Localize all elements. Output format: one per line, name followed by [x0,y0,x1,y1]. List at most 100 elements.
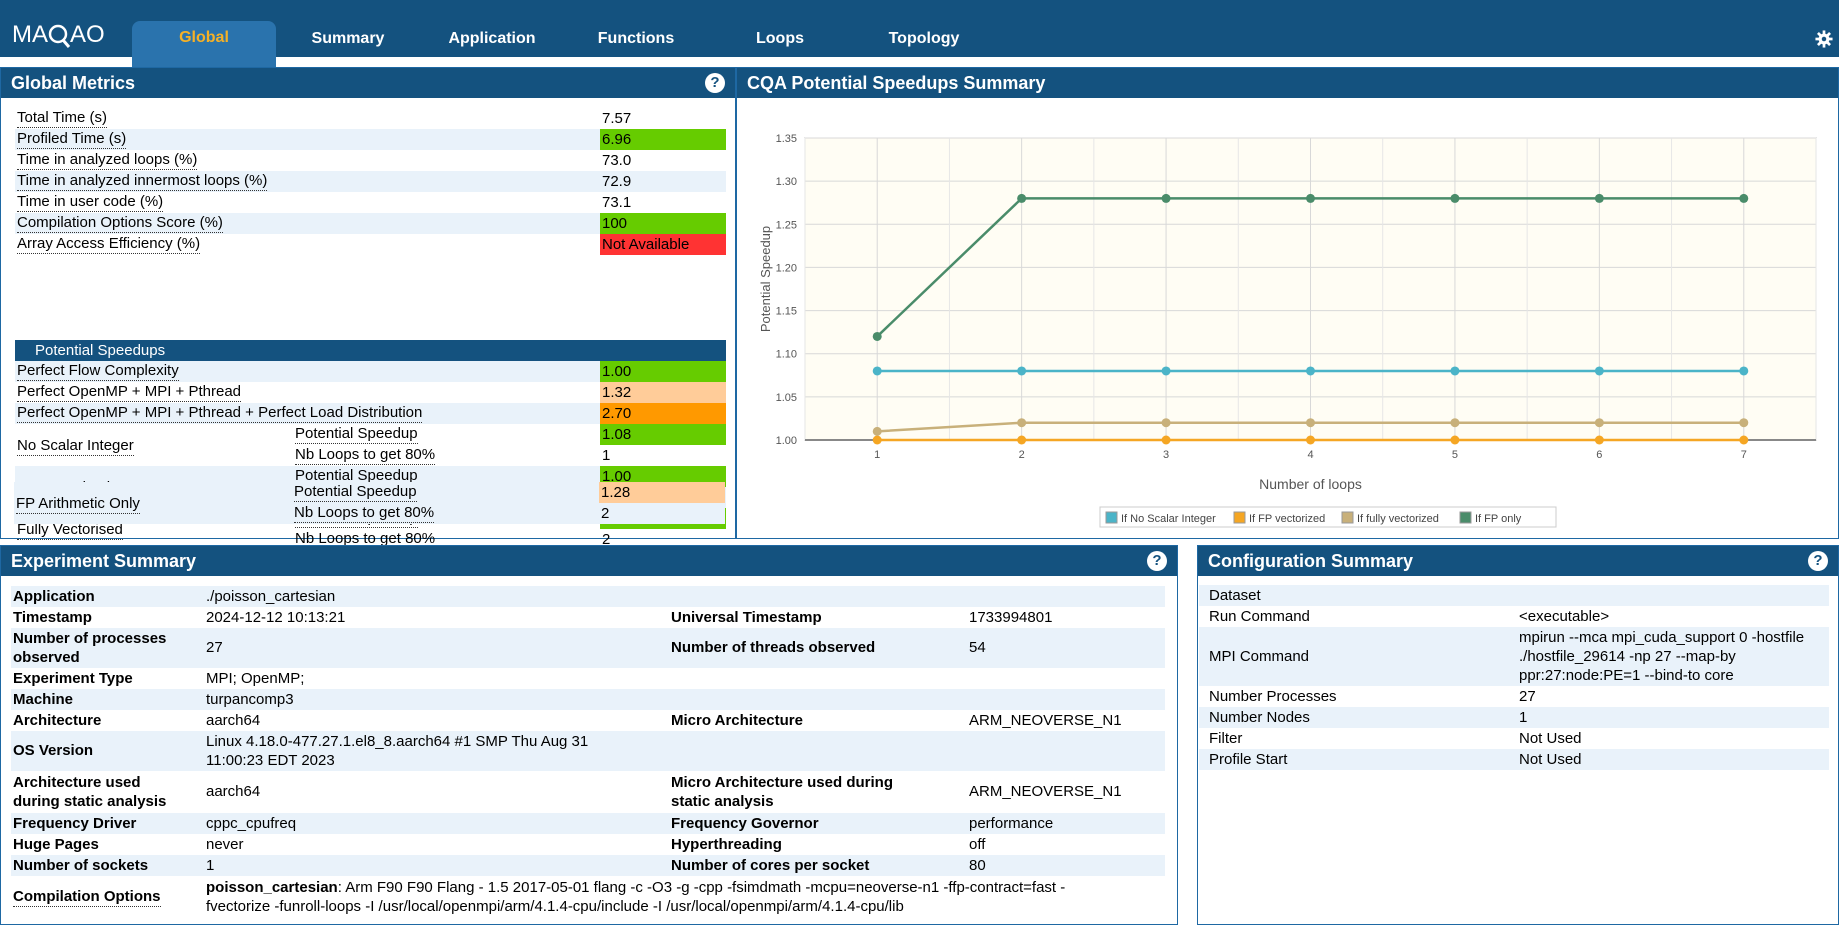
exp-row-os: OS Version Linux 4.18.0-477.27.1.el8_8.a… [11,731,1165,771]
speedup-label[interactable]: Perfect OpenMP + MPI + Pthread [17,382,242,402]
exp-key: observed [13,649,80,666]
experiment-summary-panel: Experiment Summary ? Application ./poiss… [0,545,1178,925]
metric-label[interactable]: Compilation Options Score (%) [17,213,223,233]
config-value: ./hostfile_29614 -np 27 --map-by [1519,648,1736,665]
speedup-value: 1.00 [600,361,726,382]
metric-label[interactable]: Profiled Time (s) [17,129,127,149]
exp-value: cppc_cpufreq [206,815,297,832]
exp-key: Frequency Driver [13,815,137,832]
tab-loops[interactable]: Loops [708,21,852,57]
exp-key: Frequency Governor [671,815,819,832]
exp-value: turpancomp3 [206,691,294,708]
x-axis: 1 2 3 4 5 6 7 [874,449,1747,461]
series-point [1161,193,1171,203]
series-point [1739,435,1749,445]
y-tick-label: 1.10 [776,349,797,361]
exp-key: during static analysis [13,793,167,810]
speedup-label[interactable]: Perfect Flow Complexity [17,361,179,381]
metric-label[interactable]: Array Access Efficiency (%) [17,234,201,254]
group-label-no-scalar-integer[interactable]: No Scalar Integer [17,436,134,456]
global-metrics-header: Global Metrics ? [1,68,735,98]
exp-key: static analysis [671,793,774,810]
series-point [872,435,882,445]
config-row-profile-start: Profile Start Not Used [1199,749,1829,770]
series-point [1739,193,1749,203]
metric-row: Profiled Time (s) 6.96 [15,129,726,150]
metric-value: 6.96 [600,129,726,150]
cqa-title: CQA Potential Speedups Summary [747,73,1046,93]
exp-key: Experiment Type [13,670,133,687]
legend-swatch [1233,511,1246,524]
metric-row: Time in analyzed loops (%) 73.0 [15,150,726,171]
legend-label: If fully vectorized [1357,513,1439,525]
tab-application[interactable]: Application [420,21,564,57]
speedup-row: Perfect OpenMP + MPI + Pthread + Perfect… [15,403,726,424]
series-point [1017,435,1027,445]
metric-label[interactable]: Time in analyzed loops (%) [17,150,198,170]
metric-label[interactable]: Time in analyzed innermost loops (%) [17,171,268,191]
exp-key: Number of sockets [13,857,149,874]
y-tick-label: 1.20 [776,262,797,274]
series-point [872,366,882,376]
series-point [1306,193,1315,203]
config-key: Run Command [1209,608,1310,625]
x-tick-label: 1 [874,449,880,461]
exp-row-application: Application ./poisson_cartesian [11,586,1165,607]
y-tick-label: 1.35 [776,133,797,145]
exp-row-timestamp: Timestamp 2024-12-12 10:13:21 Universal … [11,607,1165,628]
metric-label[interactable]: Time in user code (%) [17,192,164,212]
exp-key[interactable]: Compilation Options [13,887,161,907]
potential-speedup-label[interactable]: Potential Speedup [295,424,418,444]
series-point [1161,435,1171,445]
experiment-summary-header: Experiment Summary ? [1,546,1177,576]
exp-key: Architecture [13,712,102,729]
y-tick-label: 1.25 [776,219,797,231]
compilation-options-line-2: fvectorize -funroll-loops -I /usr/local/… [206,898,904,915]
legend-swatch [1459,511,1472,524]
speedup-label[interactable]: Perfect OpenMP + MPI + Pthread + Perfect… [17,403,423,423]
exp-key: Micro Architecture [671,712,803,729]
help-icon[interactable]: ? [1808,551,1828,571]
nb-loops-label[interactable]: Nb Loops to get 80% [294,503,435,523]
metric-label[interactable]: Total Time (s) [17,108,108,128]
series-point [1739,418,1749,428]
exp-key: Number of threads observed [671,639,876,656]
gear-icon[interactable] [1815,30,1833,48]
exp-value: ./poisson_cartesian [206,588,336,605]
help-icon[interactable]: ? [705,73,725,93]
group-speedup-value: 1.08 [600,424,726,445]
tab-summary[interactable]: Summary [276,21,420,57]
group-label-fp-arithmetic-only[interactable]: FP Arithmetic Only [16,494,140,514]
tab-topology[interactable]: Topology [852,21,996,57]
x-tick-label: 6 [1596,449,1602,461]
legend-swatch [1105,511,1118,524]
x-tick-label: 3 [1163,449,1169,461]
exp-value: 1733994801 [969,609,1053,626]
nb-loops-label[interactable]: Nb Loops to get 80% [295,445,436,465]
exp-row-frequency: Frequency Driver cppc_cpufreq Frequency … [11,813,1165,834]
config-value: mpirun --mca mpi_cuda_support 0 -hostfil… [1519,629,1805,646]
tab-functions[interactable]: Functions [564,21,708,57]
help-icon[interactable]: ? [1147,551,1167,571]
svg-text:AO: AO [70,21,105,48]
metric-row: Time in user code (%) 73.1 [15,192,726,213]
metric-row: Compilation Options Score (%) 100 [15,213,726,234]
series-point [1306,418,1315,428]
series-point [1017,418,1027,428]
y-tick-label: 1.15 [776,306,797,318]
config-value: 1 [1519,709,1528,726]
exp-key: Universal Timestamp [671,609,822,626]
speedup-row: Perfect OpenMP + MPI + Pthread 1.32 [15,382,726,403]
config-row-filter: Filter Not Used [1199,728,1829,749]
top-nav-bar: MA AO Global Summary Application Functio… [0,0,1839,67]
potential-speedup-label[interactable]: Potential Speedup [294,482,417,502]
tab-global[interactable]: Global [132,21,276,67]
global-metrics-title: Global Metrics [11,73,136,93]
y-tick-label: 1.30 [776,176,797,188]
configuration-summary-header: Configuration Summary ? [1198,546,1838,576]
x-tick-label: 7 [1741,449,1747,461]
y-tick-label: 1.00 [776,435,797,447]
compilation-options-line-1: : Arm F90 F90 Flang - 1.5 2017-05-01 fla… [337,879,1066,896]
metric-value: 73.1 [602,194,632,211]
series-point [1450,418,1460,428]
